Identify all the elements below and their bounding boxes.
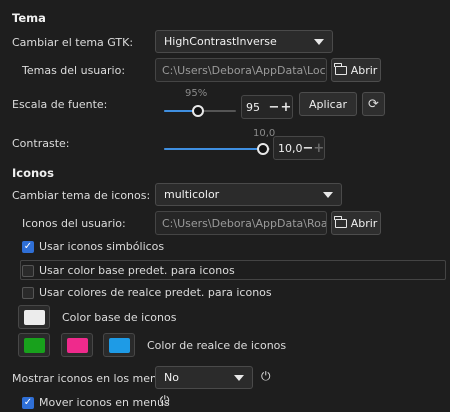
default-highlight-colors-checkbox[interactable]: Usar colores de realce predet. para icon… [22,286,272,299]
power-icon: ⏻ [261,369,271,383]
highlight-color-3-button[interactable] [103,333,135,357]
contrast-value: 10,0 [278,141,303,155]
symbolic-icons-label: Usar iconos simbólicos [39,240,165,253]
contrast-slider[interactable] [164,142,270,156]
default-base-color-checkbox[interactable]: Usar color base predet. para iconos [22,264,235,277]
open-user-icons-label: Abrir [350,216,378,230]
icon-theme-label: Cambiar tema de iconos: [12,189,151,202]
increment-icon[interactable]: + [280,100,292,115]
move-menu-icons-label: Mover iconos en menús [39,396,170,409]
checkbox-box[interactable] [22,286,34,299]
icon-theme-value: multicolor [164,188,220,201]
highlight-color-1-button[interactable] [18,333,50,357]
power-icon: ⏻ [160,393,170,407]
folder-open-icon [334,62,347,75]
contrast-spinbox[interactable]: 10,0 − + [273,136,325,160]
user-icons-path-field[interactable]: C:\Users\Debora\AppData\Roamin [155,211,327,235]
base-color-swatch [23,309,45,325]
check-icon[interactable]: ✓ [22,396,34,409]
decrement-icon[interactable]: − [268,100,280,115]
gtk-theme-label: Cambiar el tema GTK: [12,36,134,49]
reset-font-scale-button[interactable]: ⟳ [362,92,385,116]
check-icon[interactable]: ✓ [22,240,34,253]
contrast-handle[interactable] [257,143,269,155]
highlight-color-1-swatch [23,337,45,353]
user-themes-path-field[interactable]: C:\Users\Debora\AppData\Local\t [155,58,327,82]
font-scale-label: Escala de fuente: [12,98,108,111]
default-base-color-label: Usar color base predet. para iconos [39,264,235,277]
open-user-icons-button[interactable]: Abrir [331,211,381,235]
font-scale-handle[interactable] [192,105,204,117]
contrast-label: Contraste: [12,137,70,150]
refresh-icon: ⟳ [368,96,379,112]
symbolic-icons-checkbox[interactable]: ✓ Usar iconos simbólicos [22,240,164,253]
user-themes-path: C:\Users\Debora\AppData\Local\t [162,63,327,77]
checkbox-box[interactable] [22,264,34,277]
base-color-button[interactable] [18,305,50,329]
user-themes-label: Temas del usuario: [22,64,126,77]
highlight-color-2-button[interactable] [61,333,93,357]
gtk-theme-dropdown[interactable]: HighContrastInverse [155,30,333,53]
open-user-themes-label: Abrir [350,63,378,77]
increment-icon[interactable]: + [313,141,324,156]
font-scale-slider[interactable] [164,104,236,118]
icon-theme-dropdown[interactable]: multicolor [155,183,342,206]
section-title-icons: Iconos [12,166,54,180]
gtk-theme-value: HighContrastInverse [164,35,277,48]
highlight-color-label: Color de realce de iconos [147,339,287,352]
menu-icons-dropdown[interactable]: No [155,366,253,389]
chevron-down-icon [234,374,244,381]
open-user-themes-button[interactable]: Abrir [331,58,381,82]
move-menu-icons-checkbox[interactable]: ✓ Mover iconos en menús [22,396,170,409]
menu-icons-value: No [164,371,179,384]
folder-open-icon [334,215,347,228]
base-color-label: Color base de iconos [62,311,177,324]
apply-button-label: Aplicar [309,97,347,111]
decrement-icon[interactable]: − [303,141,314,156]
chevron-down-icon [314,38,324,45]
font-scale-spinbox[interactable]: 95 − + [241,95,293,119]
user-icons-path: C:\Users\Debora\AppData\Roamin [162,216,327,230]
highlight-color-3-swatch [108,337,130,353]
section-title-theme: Tema [12,11,46,25]
chevron-down-icon [323,191,333,198]
contrast-fill [164,148,264,150]
font-scale-value: 95 [246,100,260,114]
highlight-color-2-swatch [66,337,88,353]
menu-icons-label: Mostrar iconos en los menús: [12,372,174,385]
contrast-top-value: 10,0 [253,128,276,139]
default-highlight-colors-label: Usar colores de realce predet. para icon… [39,286,272,299]
user-icons-label: Iconos del usuario: [22,217,126,230]
font-scale-percent: 95% [185,88,208,99]
apply-button[interactable]: Aplicar [299,92,357,116]
